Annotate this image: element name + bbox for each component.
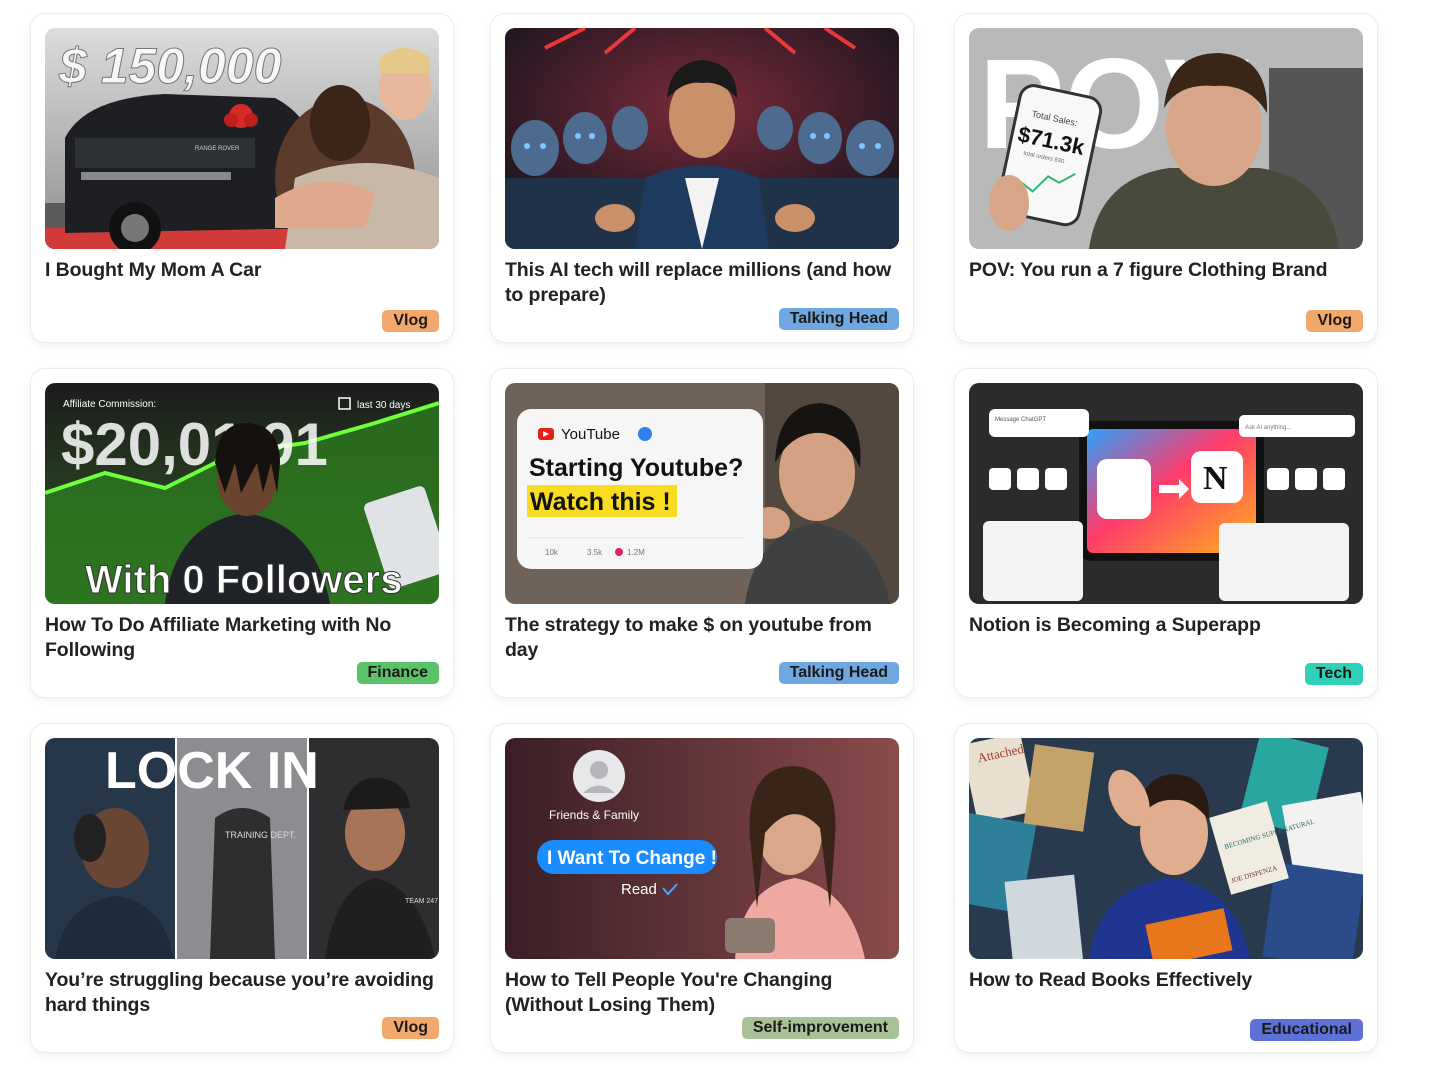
video-title: You’re struggling because you’re avoidin… — [45, 969, 434, 1016]
thumbnail-affiliate: Affiliate Commission: last 30 days $20,0… — [45, 383, 439, 604]
video-card[interactable]: Attached BECOMING SUPERNATURAL JOE DISPE… — [955, 724, 1377, 1052]
svg-text:Watch this !: Watch this ! — [530, 488, 671, 516]
video-card[interactable]: This AI tech will replace millions (and … — [491, 14, 913, 342]
video-thumbnail[interactable]: Attached BECOMING SUPERNATURAL JOE DISPE… — [969, 738, 1363, 959]
svg-text:YouTube: YouTube — [561, 426, 620, 443]
svg-text:RANGE ROVER: RANGE ROVER — [195, 146, 240, 152]
video-card[interactable]: POV Total Sales: $71.3k total orders 830… — [955, 14, 1377, 342]
category-tag: Finance — [356, 662, 439, 684]
svg-text:Message ChatGPT: Message ChatGPT — [995, 417, 1046, 423]
video-card[interactable]: Affiliate Commission: last 30 days $20,0… — [31, 369, 453, 697]
video-title: POV: You run a 7 figure Clothing Brand — [969, 259, 1328, 281]
svg-text:last 30 days: last 30 days — [357, 400, 410, 411]
thumbnail-books: Attached BECOMING SUPERNATURAL JOE DISPE… — [969, 738, 1363, 959]
category-tag: Educational — [1250, 1019, 1363, 1041]
svg-text:Ask AI anything...: Ask AI anything... — [1245, 425, 1292, 431]
svg-text:Friends & Family: Friends & Family — [549, 808, 639, 822]
svg-text:With 0 Followers: With 0 Followers — [85, 558, 402, 602]
video-title: The strategy to make $ on youtube from d… — [505, 614, 872, 661]
video-thumbnail[interactable]: LOCK IN TRAINING DEPT. TEAM 247 — [45, 738, 439, 959]
video-thumbnail[interactable]: YouTube Starting Youtube? Watch this ! 1… — [505, 383, 899, 604]
video-card[interactable]: N Message ChatGPT Ask AI anything... Not… — [955, 369, 1377, 697]
svg-text:Read: Read — [621, 881, 657, 898]
category-tag: Self-improvement — [741, 1017, 899, 1039]
video-title: How To Do Affiliate Marketing with No Fo… — [45, 614, 392, 661]
thumbnail-lock-in: LOCK IN TRAINING DEPT. TEAM 247 — [45, 738, 439, 959]
thumbnail-ai-robots — [505, 28, 899, 249]
category-tag: Vlog — [382, 1017, 439, 1039]
svg-text:N: N — [1203, 460, 1228, 497]
video-title: This AI tech will replace millions (and … — [505, 259, 892, 306]
svg-text:LOCK IN: LOCK IN — [105, 742, 319, 800]
category-tag: Talking Head — [778, 662, 899, 684]
thumbnail-tell-people: Friends & Family I Want To Change ! Read — [505, 738, 899, 959]
svg-text:1.2M: 1.2M — [627, 548, 645, 557]
video-card[interactable]: YouTube Starting Youtube? Watch this ! 1… — [491, 369, 913, 697]
svg-text:Affiliate Commission:: Affiliate Commission: — [63, 399, 156, 410]
svg-text:Starting Youtube?: Starting Youtube? — [529, 454, 743, 482]
video-thumbnail[interactable]: Affiliate Commission: last 30 days $20,0… — [45, 383, 439, 604]
svg-text:10k: 10k — [545, 548, 559, 557]
video-title: How to Tell People You're Changing (With… — [505, 969, 833, 1016]
video-card[interactable]: Friends & Family I Want To Change ! Read… — [491, 724, 913, 1052]
svg-text:TEAM 247: TEAM 247 — [405, 898, 438, 905]
thumbnail-car-hug: $ 150,000 RANGE ROVER — [45, 28, 439, 249]
svg-text:I Want To Change !: I Want To Change ! — [547, 848, 717, 869]
thumbnail-pov-clothing: POV Total Sales: $71.3k total orders 830 — [969, 28, 1363, 249]
thumbnail-notion-superapp: N Message ChatGPT Ask AI anything... — [969, 383, 1363, 604]
category-tag: Talking Head — [778, 308, 899, 330]
video-thumbnail[interactable] — [505, 28, 899, 249]
video-card[interactable]: LOCK IN TRAINING DEPT. TEAM 247 You’re s… — [31, 724, 453, 1052]
svg-text:$ 150,000: $ 150,000 — [58, 38, 282, 94]
svg-text:3.5k: 3.5k — [587, 548, 603, 557]
video-title: How to Read Books Effectively — [969, 969, 1253, 991]
video-thumbnail[interactable]: $ 150,000 RANGE ROVER — [45, 28, 439, 249]
video-title: I Bought My Mom A Car — [45, 259, 262, 281]
thumbnail-starting-youtube: YouTube Starting Youtube? Watch this ! 1… — [505, 383, 899, 604]
svg-text:TRAINING DEPT.: TRAINING DEPT. — [225, 830, 296, 840]
category-tag: Vlog — [1306, 310, 1363, 332]
category-tag: Tech — [1304, 663, 1363, 685]
video-thumbnail[interactable]: POV Total Sales: $71.3k total orders 830 — [969, 28, 1363, 249]
category-tag: Vlog — [382, 310, 439, 332]
video-card[interactable]: $ 150,000 RANGE ROVER I Bought My Mom A … — [31, 14, 453, 342]
video-thumbnail[interactable]: N Message ChatGPT Ask AI anything... — [969, 383, 1363, 604]
video-title: Notion is Becoming a Superapp — [969, 614, 1261, 636]
video-thumbnail[interactable]: Friends & Family I Want To Change ! Read — [505, 738, 899, 959]
svg-text:$20,01.91: $20,01.91 — [61, 411, 328, 478]
